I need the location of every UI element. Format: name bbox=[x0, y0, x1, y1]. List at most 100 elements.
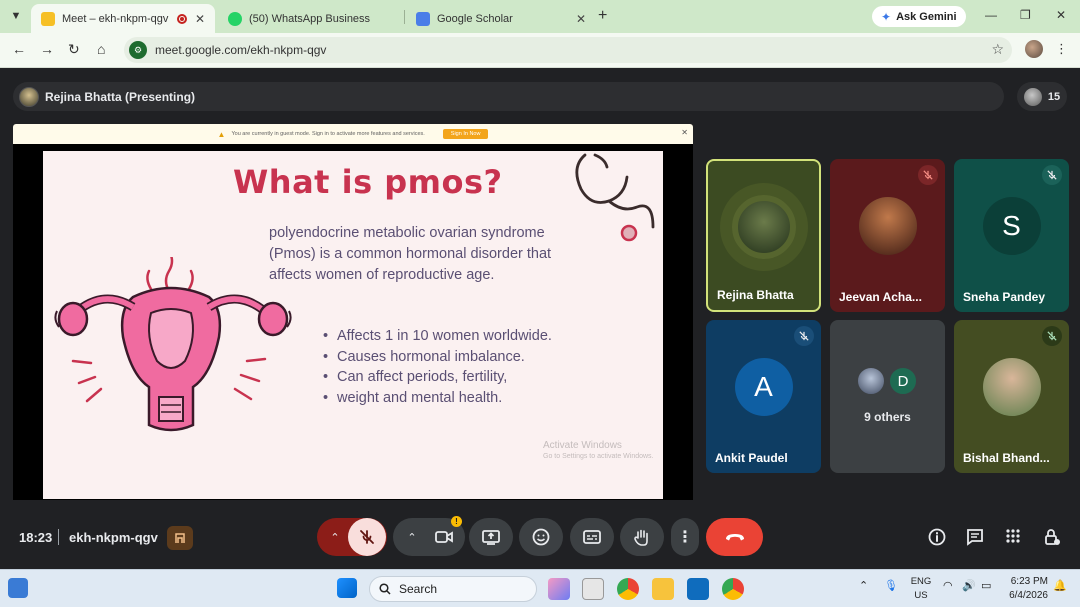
slide-bullet: Affects 1 in 10 women worldwide. bbox=[323, 326, 552, 347]
guest-mode-banner: ▲ You are currently in guest mode. Sign … bbox=[13, 124, 693, 144]
mic-off-icon bbox=[348, 518, 386, 556]
microphone-icon[interactable]: 🎙 bbox=[884, 579, 898, 592]
whatsapp-favicon-icon bbox=[228, 11, 242, 26]
participant-name: Rejina Bhatta bbox=[717, 288, 794, 302]
participant-avatar-letter: S bbox=[982, 197, 1041, 256]
copilot-icon[interactable] bbox=[548, 578, 570, 600]
participant-name: Ankit Paudel bbox=[715, 451, 788, 465]
clock-date: 6/4/2026 bbox=[1009, 590, 1048, 601]
input-language-indicator[interactable]: ENG US bbox=[910, 575, 932, 603]
presenter-bar[interactable]: Rejina Bhatta (Presenting) bbox=[13, 82, 1004, 111]
widgets-icon[interactable] bbox=[8, 578, 28, 598]
close-tab-icon[interactable]: ✕ bbox=[576, 12, 586, 26]
file-explorer-icon[interactable] bbox=[652, 578, 674, 600]
address-bar[interactable]: ⚙ meet.google.com/ekh-nkpm-qgv ☆ bbox=[124, 37, 1012, 63]
participant-tile[interactable]: Jeevan Acha... bbox=[830, 159, 945, 312]
captions-button[interactable] bbox=[570, 518, 614, 556]
windows-taskbar: Search ⌃ 🎙 ENG US ◠ 🔊 ▭ 6:23 PM 6/4/2026… bbox=[0, 569, 1080, 607]
participant-tile[interactable]: Bishal Bhand... bbox=[954, 320, 1069, 473]
audio-options-chevron-icon[interactable]: ⌃ bbox=[323, 518, 347, 556]
participant-count: 15 bbox=[1047, 90, 1061, 103]
site-info-icon[interactable]: ⚙ bbox=[129, 41, 147, 59]
restore-icon[interactable]: ❐ bbox=[1020, 8, 1031, 22]
minimize-icon[interactable]: — bbox=[985, 8, 997, 22]
host-controls-icon[interactable] bbox=[167, 526, 193, 550]
tab-search-chevron-icon[interactable]: ▼ bbox=[6, 6, 26, 26]
raise-hand-icon bbox=[634, 529, 648, 546]
guest-banner-text: You are currently in guest mode. Sign in… bbox=[231, 131, 425, 137]
mic-muted-icon bbox=[1042, 165, 1062, 185]
battery-icon[interactable]: ▭ bbox=[981, 579, 991, 592]
meet-control-bar: 18:23 ekh-nkpm-qgv ⌃ ⌃ ! ⋮ bbox=[0, 500, 1080, 570]
home-icon[interactable]: ⌂ bbox=[97, 41, 105, 57]
close-window-icon[interactable]: ✕ bbox=[1056, 8, 1066, 22]
participant-tile[interactable]: Rejina Bhatta bbox=[706, 159, 821, 312]
presentation-slide: What is pmos? polyendocrine metabolic ov… bbox=[43, 151, 663, 499]
host-lock-icon[interactable] bbox=[1043, 528, 1061, 551]
search-placeholder: Search bbox=[399, 582, 438, 596]
system-clock[interactable]: 6:23 PM 6/4/2026 bbox=[1006, 575, 1048, 603]
hang-up-icon bbox=[725, 534, 744, 541]
close-tab-icon[interactable]: ✕ bbox=[195, 12, 205, 26]
tab-google-scholar[interactable]: Google Scholar ✕ bbox=[406, 4, 596, 33]
recording-icon bbox=[176, 13, 187, 24]
others-count-label: 9 others bbox=[864, 410, 911, 424]
participant-avatar-letter: D bbox=[888, 366, 918, 396]
search-icon bbox=[379, 583, 391, 595]
new-tab-button[interactable]: + bbox=[598, 7, 607, 25]
others-tile[interactable]: D 9 others bbox=[830, 320, 945, 473]
task-view-icon[interactable] bbox=[582, 578, 604, 600]
scholar-favicon-icon bbox=[416, 11, 430, 26]
chrome-icon[interactable] bbox=[722, 578, 744, 600]
stethoscope-illustration-icon bbox=[575, 153, 655, 242]
clock-time: 6:23 PM bbox=[1010, 576, 1048, 587]
close-banner-icon[interactable]: ✕ bbox=[681, 128, 688, 137]
tab-meet[interactable]: Meet – ekh-nkpm-qgv ✕ bbox=[31, 4, 215, 33]
reload-icon[interactable]: ↻ bbox=[68, 41, 80, 58]
participant-avatar bbox=[856, 366, 886, 396]
mic-muted-icon bbox=[918, 165, 938, 185]
participant-tile[interactable]: S Sneha Pandey bbox=[954, 159, 1069, 312]
camera-icon bbox=[435, 531, 453, 543]
chat-icon[interactable] bbox=[966, 528, 984, 551]
participants-button[interactable]: 15 bbox=[1017, 82, 1067, 111]
show-hidden-icons-chevron-icon[interactable]: ⌃ bbox=[859, 579, 868, 592]
browser-menu-icon[interactable]: ⋮ bbox=[1055, 41, 1068, 57]
taskbar-search[interactable]: Search bbox=[369, 576, 537, 602]
uterus-illustration-icon bbox=[54, 257, 292, 432]
slide-bullet: Causes hormonal imbalance. bbox=[323, 347, 552, 368]
volume-icon[interactable]: 🔊 bbox=[962, 579, 976, 592]
slide-definition: polyendocrine metabolic ovarian syndrome… bbox=[269, 225, 552, 283]
chrome-icon[interactable] bbox=[617, 578, 639, 600]
profile-avatar[interactable] bbox=[1025, 40, 1043, 58]
emoji-icon bbox=[532, 528, 550, 546]
participant-avatar bbox=[858, 197, 917, 256]
back-arrow-icon[interactable]: ← bbox=[12, 41, 26, 57]
wifi-icon[interactable]: ◠ bbox=[943, 579, 953, 592]
leave-call-button[interactable] bbox=[706, 518, 763, 556]
video-options-chevron-icon[interactable]: ⌃ bbox=[401, 518, 423, 556]
meet-stage: Rejina Bhatta (Presenting) 15 ▲ You are … bbox=[0, 69, 1080, 569]
tab-whatsapp[interactable]: (50) WhatsApp Business bbox=[218, 4, 404, 33]
more-options-button[interactable]: ⋮ bbox=[671, 518, 699, 556]
gemini-sparkle-icon: ✦ bbox=[881, 9, 892, 24]
captions-icon bbox=[583, 530, 601, 544]
reactions-button[interactable] bbox=[519, 518, 563, 556]
present-screen-button[interactable] bbox=[469, 518, 513, 556]
forward-arrow-icon[interactable]: → bbox=[40, 41, 54, 57]
tab-label: Meet – ekh-nkpm-qgv bbox=[62, 12, 169, 25]
activities-grid-icon[interactable] bbox=[1005, 528, 1021, 549]
participant-tile[interactable]: A Ankit Paudel bbox=[706, 320, 821, 473]
outlook-icon[interactable] bbox=[687, 578, 709, 600]
url-text: meet.google.com/ekh-nkpm-qgv bbox=[155, 43, 327, 57]
sign-in-now-button[interactable]: Sign In Now bbox=[442, 129, 489, 139]
ask-gemini-button[interactable]: ✦ Ask Gemini bbox=[872, 6, 966, 27]
mic-toggle-button[interactable] bbox=[348, 518, 386, 556]
bookmark-star-icon[interactable]: ☆ bbox=[991, 41, 1004, 58]
language-code: ENG bbox=[910, 576, 932, 587]
meeting-details-info-icon[interactable] bbox=[928, 528, 946, 551]
participant-name: Jeevan Acha... bbox=[839, 290, 922, 304]
raise-hand-button[interactable] bbox=[620, 518, 664, 556]
windows-start-icon[interactable] bbox=[337, 578, 357, 598]
notifications-bell-icon[interactable]: 🔔 bbox=[1053, 579, 1067, 592]
